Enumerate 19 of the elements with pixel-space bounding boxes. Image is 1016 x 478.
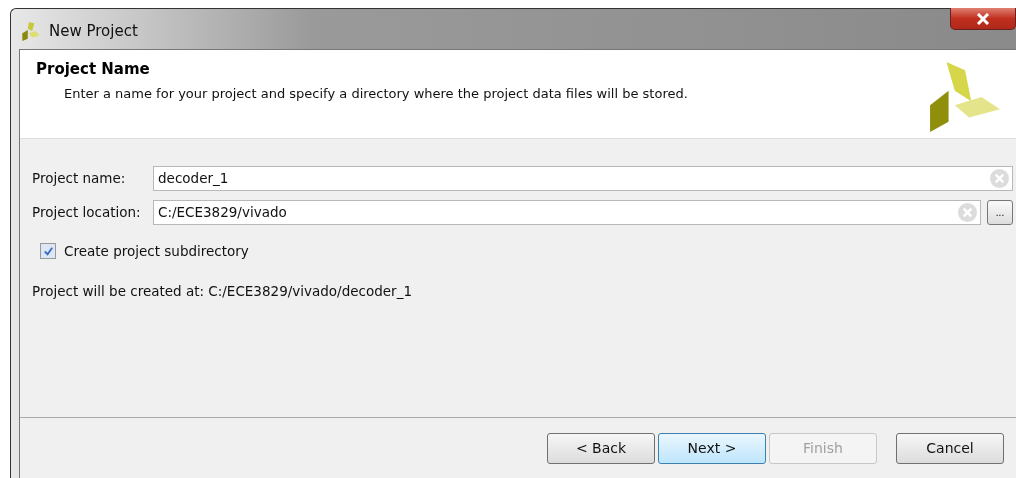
- browse-button[interactable]: ...: [987, 199, 1013, 225]
- logo-icon: [19, 20, 41, 42]
- text-field[interactable]: C:/ECE3829/vivado: [153, 199, 981, 225]
- dialog-button[interactable]: Next >: [658, 432, 766, 464]
- checkbox[interactable]: [40, 243, 56, 259]
- window-title: New Project: [49, 22, 138, 40]
- page-title: Project Name: [36, 60, 151, 78]
- logo-icon: [928, 60, 1000, 132]
- close-icon: [976, 12, 990, 25]
- summary-text: Project will be created at: C:/ECE3829/vivado/decoder_1: [32, 283, 413, 299]
- dialog-button[interactable]: Cancel: [896, 432, 1004, 464]
- checkbox-label[interactable]: Create project subdirectory: [64, 243, 249, 259]
- check-icon: [42, 245, 54, 257]
- close-button[interactable]: [950, 8, 1016, 30]
- page-description: Enter a name for your project and specify a directory where the project data files will be stored.: [64, 86, 689, 101]
- field-label: Project name:: [32, 170, 127, 186]
- field-label: Project location:: [32, 204, 142, 220]
- dialog-button[interactable]: < Back: [547, 432, 655, 464]
- text-field[interactable]: decoder_1: [153, 165, 1013, 191]
